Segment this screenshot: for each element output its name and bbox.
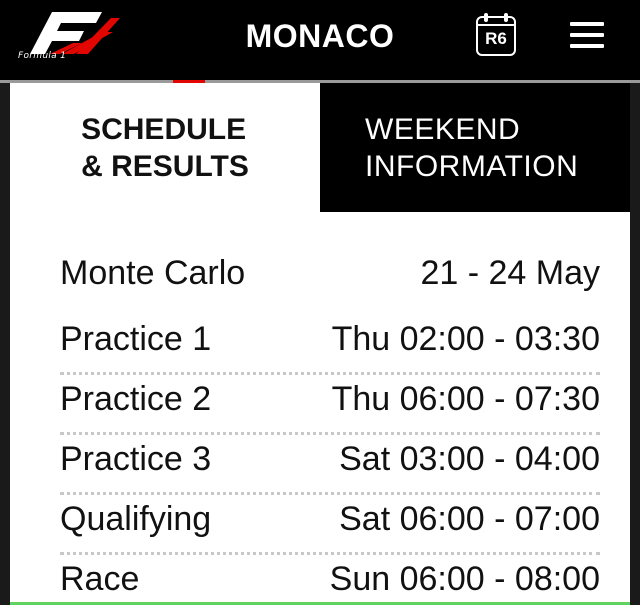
session-name: Practice 1 <box>60 320 212 358</box>
tab-label-line2: & RESULTS <box>81 149 249 183</box>
event-dates: 21 - 24 May <box>420 254 600 292</box>
session-name: Qualifying <box>60 500 212 538</box>
tab-label-line1: SCHEDULE <box>81 112 247 146</box>
session-name: Practice 3 <box>60 440 212 478</box>
formula-1-logo[interactable]: Formula 1 <box>16 10 120 62</box>
schedule-panel: SCHEDULE & RESULTS WEEKEND INFORMATION M… <box>10 83 630 605</box>
session-row[interactable]: Practice 1 Thu 02:00 - 03:30 <box>60 317 600 375</box>
session-time: Sun 06:00 - 08:00 <box>329 560 600 598</box>
session-time: Thu 02:00 - 03:30 <box>331 320 600 358</box>
page-title: MONACO <box>245 18 395 54</box>
tab-weekend-information[interactable]: WEEKEND INFORMATION <box>320 83 630 212</box>
event-info-row: Monte Carlo 21 - 24 May <box>60 251 600 295</box>
session-name: Practice 2 <box>60 380 212 418</box>
session-time: Thu 06:00 - 07:30 <box>331 380 600 418</box>
session-time: Sat 03:00 - 04:00 <box>339 440 600 478</box>
session-time: Sat 06:00 - 07:00 <box>339 500 600 538</box>
session-row[interactable]: Practice 3 Sat 03:00 - 04:00 <box>60 437 600 495</box>
calendar-icon[interactable]: R6 <box>476 13 516 56</box>
tab-label-line1: WEEKEND <box>365 112 521 146</box>
calendar-ring-right <box>504 13 508 22</box>
session-row[interactable]: Qualifying Sat 06:00 - 07:00 <box>60 497 600 555</box>
event-location: Monte Carlo <box>60 254 246 292</box>
tab-label-line2: INFORMATION <box>365 149 579 183</box>
calendar-bar <box>478 24 514 26</box>
round-badge: R6 <box>485 29 507 48</box>
session-row[interactable]: Practice 2 Thu 06:00 - 07:30 <box>60 377 600 435</box>
tab-schedule-results[interactable]: SCHEDULE & RESULTS <box>10 83 320 212</box>
session-row[interactable]: Race Sun 06:00 - 08:00 <box>60 557 600 601</box>
app-header: Formula 1 MONACO R6 <box>0 0 640 80</box>
calendar-ring-left <box>484 13 488 22</box>
hamburger-menu-icon[interactable] <box>570 22 604 50</box>
session-name: Race <box>60 560 140 598</box>
f1-logo-icon <box>30 12 120 54</box>
brand-subtitle: Formula 1 <box>18 51 67 61</box>
